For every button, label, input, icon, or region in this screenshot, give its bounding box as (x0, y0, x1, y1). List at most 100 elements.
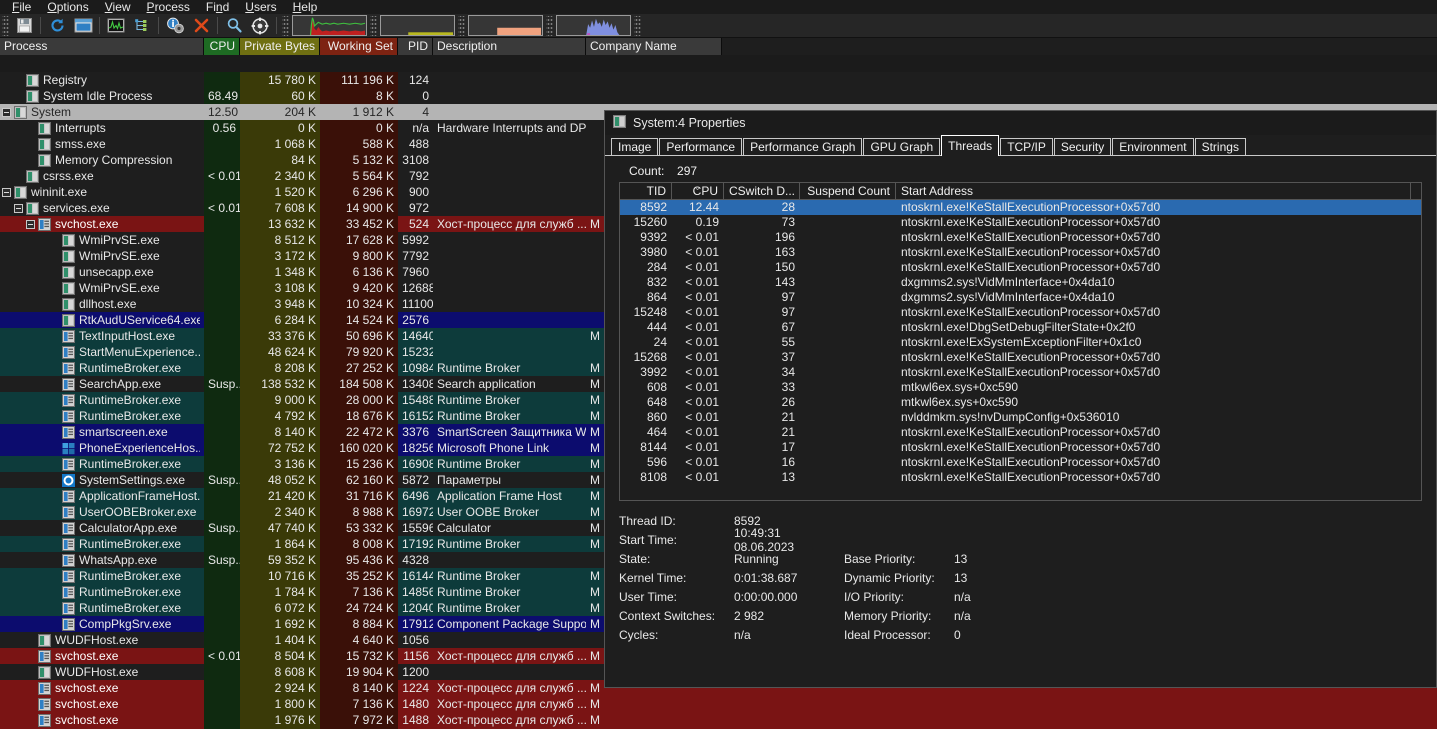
target-crosshair-icon[interactable] (247, 15, 273, 37)
process-row[interactable]: Registry 15 780 K 111 196 K 124 (0, 72, 1437, 88)
toolbar-grip[interactable] (634, 15, 641, 36)
thread-row[interactable]: 860 < 0.01 21 nvlddmkm.sys!nvDumpConfig+0x5… (620, 410, 1421, 425)
process-cell-working: 4 640 K (320, 632, 398, 648)
thread-cell-cpu: < 0.01 (685, 350, 719, 364)
menu-item-help[interactable]: Help (285, 0, 326, 14)
thread-row[interactable]: 3992 < 0.01 34 ntoskrnl.exe!KeStallExecutio… (620, 365, 1421, 380)
thread-row[interactable]: 596 < 0.01 16 ntoskrnl.exe!KeStallExecution… (620, 455, 1421, 470)
refresh-icon[interactable] (44, 15, 70, 37)
dialog-title-bar[interactable]: System:4 Properties (605, 111, 1436, 135)
collapse-icon[interactable] (2, 187, 11, 197)
menu-item-file[interactable]: File (4, 0, 39, 14)
process-cell-working: 8 K (320, 88, 398, 104)
thread-row[interactable]: 15260 0.19 73 ntoskrnl.exe!KeStallExecution… (620, 215, 1421, 230)
process-name: RuntimeBroker.exe (79, 457, 182, 471)
toolbar-grip[interactable] (458, 15, 465, 36)
toolbar-grip[interactable] (282, 15, 289, 36)
thread-cell-cswitch: 21 (781, 425, 795, 439)
performance-graph-icon[interactable] (103, 15, 129, 37)
process-cell-private: 72 752 K (240, 440, 320, 456)
thread-row[interactable]: 3980 < 0.01 163 ntoskrnl.exe!KeStallExecuti… (620, 245, 1421, 260)
collapse-icon[interactable] (26, 219, 35, 229)
collapse-icon[interactable] (14, 203, 23, 213)
tab-image[interactable]: Image (611, 138, 659, 156)
tab-gpu-graph[interactable]: GPU Graph (863, 138, 941, 156)
process-cell-working: 53 332 K (320, 520, 398, 536)
tab-threads[interactable]: Threads (941, 135, 1000, 156)
thread-cell-cswitch: 97 (781, 290, 795, 304)
column-header-name[interactable]: Process (0, 38, 204, 55)
tab-environment[interactable]: Environment (1112, 138, 1194, 156)
thread-cell-cpu: < 0.01 (685, 365, 719, 379)
thread-row[interactable]: 9392 < 0.01 196 ntoskrnl.exe!KeStallExecuti… (620, 230, 1421, 245)
process-name: RuntimeBroker.exe (79, 537, 182, 551)
thread-row[interactable]: 24 < 0.01 55 ntoskrnl.exe!ExSystemException… (620, 335, 1421, 350)
toolbar-grip[interactable] (370, 15, 377, 36)
tab-strings[interactable]: Strings (1194, 138, 1246, 156)
thread-row[interactable]: 15268 < 0.01 37 ntoskrnl.exe!KeStallExecuti… (620, 350, 1421, 365)
column-header-description[interactable]: Description (433, 38, 586, 55)
process-row[interactable]: svchost.exe 1 976 K7 972 K 1488 Хост-процес… (0, 712, 1437, 728)
window-icon (62, 297, 79, 311)
cpu-usage-graph[interactable] (292, 15, 367, 36)
properties-icon[interactable] (162, 15, 188, 37)
find-window-icon[interactable] (221, 15, 247, 37)
thread-table-body[interactable]: 8592 12.44 28 ntoskrnl.exe!KeStallExecution… (619, 200, 1422, 501)
column-header-private[interactable]: Private Bytes (240, 38, 320, 55)
process-row[interactable]: svchost.exe 1 800 K7 136 K 1480 Хост-процес… (0, 696, 1437, 712)
process-tree-icon[interactable] (129, 15, 155, 37)
tab-performance[interactable]: Performance (659, 138, 743, 156)
save-icon[interactable] (11, 15, 37, 37)
process-cell-description (433, 104, 586, 120)
column-header-pid[interactable]: PID (398, 38, 433, 55)
physical-memory-graph[interactable] (468, 15, 543, 36)
detail-row: User Time: 0:00:00.000 I/O Priority: n/a (619, 587, 1436, 606)
thread-row[interactable]: 284 < 0.01 150 ntoskrnl.exe!KeStallExecutio… (620, 260, 1421, 275)
thread-row[interactable]: 464 < 0.01 21 ntoskrnl.exe!KeStallExecution… (620, 425, 1421, 440)
thread-row[interactable]: 8592 12.44 28 ntoskrnl.exe!KeStallExecution… (620, 200, 1421, 215)
thread-cell-cpu: 12.44 (688, 200, 719, 214)
tab-performance-graph[interactable]: Performance Graph (743, 138, 863, 156)
kill-process-icon[interactable] (188, 15, 214, 37)
detail-label-secondary: Ideal Processor: (844, 627, 931, 642)
thread-row[interactable]: 832 < 0.01 143 dxgmms2.sys!VidMmInterface+0… (620, 275, 1421, 290)
thread-row[interactable]: 648 < 0.01 26 mtkwl6ex.sys+0xc590 (620, 395, 1421, 410)
io-graph[interactable] (556, 15, 631, 36)
menu-item-process[interactable]: Process (139, 0, 198, 14)
thread-cell-tid: 444 (646, 320, 667, 334)
system-information-icon[interactable] (70, 15, 96, 37)
menu-item-options[interactable]: Options (39, 0, 96, 14)
tab-tcp-ip[interactable]: TCP/IP (1000, 138, 1053, 156)
thread-column-header-cswitch[interactable]: CSwitch D... (724, 183, 800, 199)
column-header-company[interactable]: Company Name (586, 38, 722, 55)
window-icon (26, 73, 43, 87)
process-cell-working: 17 628 K (320, 232, 398, 248)
thread-cell-start: ntoskrnl.exe!KeStallExecutionProcessor+0… (901, 245, 1161, 259)
thread-row[interactable]: 8108 < 0.01 13 ntoskrnl.exe!KeStallExecutio… (620, 470, 1421, 485)
process-cell-cpu (204, 568, 240, 584)
thread-row[interactable]: 444 < 0.01 67 ntoskrnl.exe!DbgSetDebugFilte… (620, 320, 1421, 335)
toolbar-grip[interactable] (2, 15, 9, 36)
collapse-icon[interactable] (2, 107, 11, 117)
thread-column-header-start[interactable]: Start Address (896, 183, 1411, 199)
column-header-cpu[interactable]: CPU (204, 38, 240, 55)
menu-item-view[interactable]: View (97, 0, 139, 14)
thread-column-header-cpu[interactable]: CPU ⌄ (672, 183, 724, 199)
thread-row[interactable]: 864 < 0.01 97 dxgmms2.sys!VidMmInterface+0x… (620, 290, 1421, 305)
thread-row[interactable]: 608 < 0.01 33 mtkwl6ex.sys+0xc590 (620, 380, 1421, 395)
menu-bar: File Options View Process Find Users Help (0, 0, 1437, 14)
process-name: WUDFHost.exe (55, 633, 139, 647)
tab-security[interactable]: Security (1053, 138, 1112, 156)
column-header-working[interactable]: Working Set (320, 38, 398, 55)
thread-row[interactable]: 8144 < 0.01 17 ntoskrnl.exe!KeStallExecutio… (620, 440, 1421, 455)
thread-row[interactable]: 15248 < 0.01 97 ntoskrnl.exe!KeStallExecuti… (620, 305, 1421, 320)
process-cell-private: 8 608 K (240, 664, 320, 680)
process-cell-private: 3 948 K (240, 296, 320, 312)
commit-history-graph[interactable] (380, 15, 455, 36)
thread-column-header-suspend[interactable]: Suspend Count (800, 183, 896, 199)
process-row[interactable]: System Idle Process 68.49 60 K8 K 0 (0, 88, 1437, 104)
menu-item-users[interactable]: Users (237, 0, 284, 14)
thread-column-header-tid[interactable]: TID (620, 183, 672, 199)
menu-item-find[interactable]: Find (198, 0, 237, 14)
toolbar-grip[interactable] (546, 15, 553, 36)
